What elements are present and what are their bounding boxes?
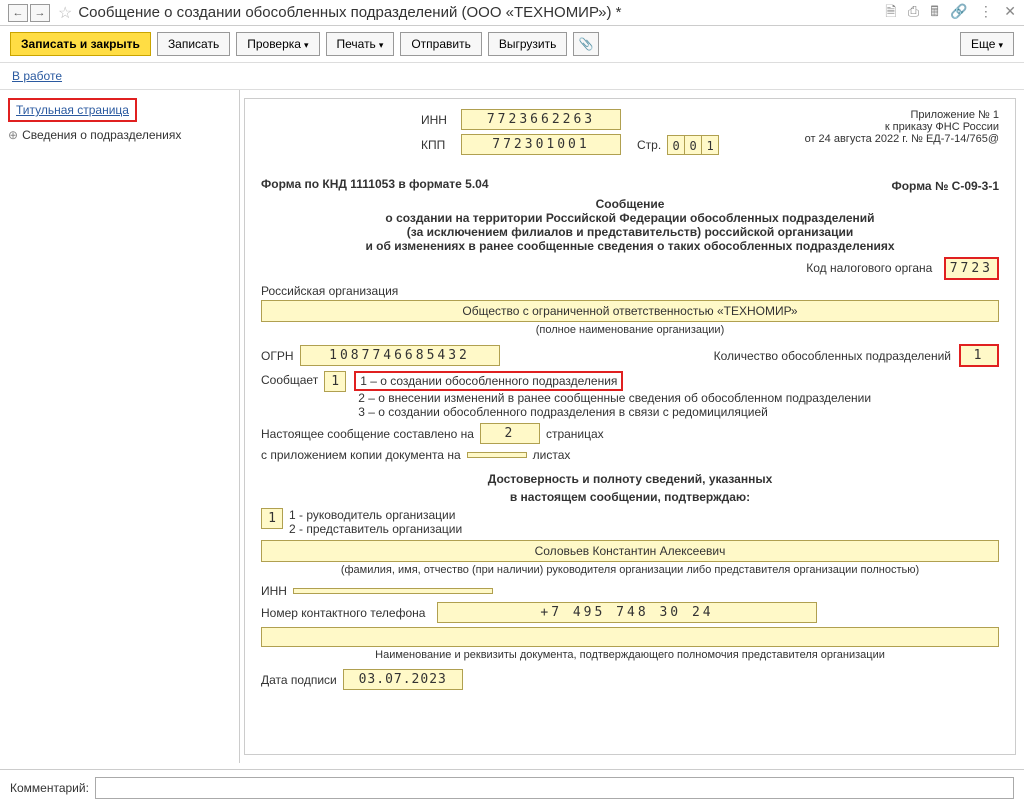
pages-count-field[interactable]: 2: [480, 423, 540, 444]
form-code-text: Форма по КНД 1111053 в формате 5.04: [261, 177, 999, 191]
tax-code-field[interactable]: 7723: [944, 257, 999, 280]
signer-inn-label: ИНН: [261, 584, 287, 598]
attach-button[interactable]: 📎: [573, 32, 599, 56]
signer-name-field[interactable]: Соловьев Константин Алексеевич: [261, 540, 999, 562]
reports-label: Сообщает: [261, 373, 318, 387]
export-button[interactable]: Выгрузить: [488, 32, 568, 56]
signer-opt2: 2 - представитель организации: [289, 522, 462, 536]
status-link[interactable]: В работе: [12, 69, 62, 83]
reports-opt2: 2 – о внесении изменений в ранее сообщен…: [358, 391, 871, 405]
caret-down-icon: ▾: [998, 40, 1003, 50]
comment-label: Комментарий:: [10, 781, 89, 795]
ogrn-field[interactable]: 1087746685432: [300, 345, 500, 366]
phone-field[interactable]: +7 495 748 30 24: [437, 602, 817, 623]
sign-date-field[interactable]: 03.07.2023: [343, 669, 463, 690]
save-button[interactable]: Записать: [157, 32, 230, 56]
caret-down-icon: ▾: [304, 40, 309, 50]
signer-opt1: 1 - руководитель организации: [289, 508, 462, 522]
sidebar-item-title-page[interactable]: Титульная страница: [8, 98, 137, 122]
send-button[interactable]: Отправить: [400, 32, 482, 56]
org-full-name-field[interactable]: Общество с ограниченной ответственностью…: [261, 300, 999, 322]
save-close-button[interactable]: Записать и закрыть: [10, 32, 151, 56]
more-button[interactable]: Еще▾: [960, 32, 1014, 56]
close-icon[interactable]: ✕: [1004, 3, 1016, 19]
ogrn-label: ОГРН: [261, 349, 294, 363]
signer-code-field[interactable]: 1: [261, 508, 283, 529]
attach-sheets-field[interactable]: [467, 452, 527, 458]
annex-block: Приложение № 1 к приказу ФНС России от 2…: [805, 109, 999, 145]
org-caption: (полное наименование организации): [261, 324, 999, 336]
print-icon[interactable]: ⎙: [908, 3, 919, 19]
reports-opt3: 3 – о создании обособленного подразделен…: [358, 405, 871, 419]
units-label: Количество обособленных подразделений: [714, 349, 951, 363]
inn-label: ИНН: [421, 113, 461, 127]
print-button[interactable]: Печать▾: [326, 32, 395, 56]
nav-back-button[interactable]: ←: [8, 4, 28, 22]
reports-code-field[interactable]: 1: [324, 371, 346, 392]
sign-date-label: Дата подписи: [261, 673, 337, 687]
more-menu-icon[interactable]: ⋮: [979, 3, 993, 19]
form-number: Форма № С-09-3-1: [891, 179, 999, 193]
kpp-label: КПП: [421, 138, 461, 152]
calc-icon[interactable]: 🖩: [930, 3, 938, 19]
kpp-field[interactable]: 772301001: [461, 134, 621, 155]
page-number-cells: 0 0 1: [667, 135, 718, 155]
comment-input[interactable]: [95, 777, 1014, 799]
favorite-star-icon[interactable]: ☆: [58, 3, 72, 23]
tax-code-label: Код налогового органа: [806, 261, 932, 275]
report-icon[interactable]: 🗎: [885, 3, 896, 19]
main-heading: Сообщение: [261, 197, 999, 211]
sidebar-item-subdivisions[interactable]: ⊕Сведения о подразделениях: [8, 128, 231, 142]
signer-caption: (фамилия, имя, отчество (при наличии) ру…: [261, 564, 999, 576]
link-icon[interactable]: 🔗: [950, 3, 967, 19]
reports-opt1: 1 – о создании обособленного подразделен…: [354, 371, 623, 391]
org-label: Российская организация: [261, 284, 999, 298]
nav-forward-button[interactable]: →: [30, 4, 50, 22]
window-title: Сообщение о создании обособленных подраз…: [78, 4, 877, 21]
auth-caption: Наименование и реквизиты документа, подт…: [261, 649, 999, 661]
page-label: Стр.: [637, 138, 661, 152]
check-button[interactable]: Проверка▾: [236, 32, 319, 56]
expand-icon[interactable]: ⊕: [8, 128, 18, 142]
phone-label: Номер контактного телефона: [261, 606, 431, 620]
inn-field[interactable]: 7723662263: [461, 109, 621, 130]
auth-doc-field[interactable]: [261, 627, 999, 647]
caret-down-icon: ▾: [379, 40, 384, 50]
units-count-field[interactable]: 1: [959, 344, 999, 367]
signer-inn-field[interactable]: [293, 588, 493, 594]
